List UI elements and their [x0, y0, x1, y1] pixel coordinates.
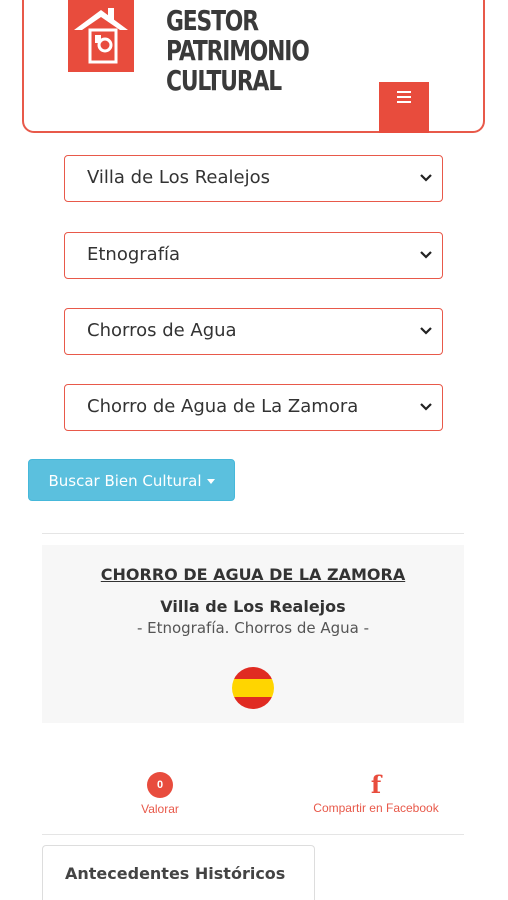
- logo-house-icon: [74, 8, 128, 64]
- bien-select[interactable]: Chorro de Agua de La Zamora: [64, 384, 443, 431]
- bien-select-value: Chorro de Agua de La Zamora: [87, 396, 359, 417]
- asset-municipality: Villa de Los Realejos: [160, 597, 346, 616]
- spain-flag-icon[interactable]: [232, 667, 274, 709]
- rate-action[interactable]: 0 Valorar: [118, 772, 202, 816]
- search-button-label: Buscar Bien Cultural: [48, 472, 202, 490]
- municipio-select-value: Villa de Los Realejos: [87, 167, 270, 188]
- rate-label: Valorar: [141, 802, 179, 816]
- categoria-select[interactable]: Etnografía: [64, 232, 443, 279]
- divider: [42, 834, 464, 835]
- rate-count-badge: 0: [147, 772, 173, 798]
- brand-line-2: CULTURAL: [166, 64, 282, 97]
- facebook-share-label: Compartir en Facebook: [313, 801, 439, 815]
- categoria-select-value: Etnografía: [87, 244, 181, 265]
- chevron-down-icon: [420, 156, 432, 218]
- brand-line-1: GESTOR PATRIMONIO: [166, 4, 310, 67]
- divider: [42, 533, 464, 534]
- chevron-down-icon: [420, 385, 432, 447]
- facebook-share-action[interactable]: f Compartir en Facebook: [292, 770, 460, 816]
- caret-down-icon: [206, 479, 215, 484]
- brand-title[interactable]: GESTOR PATRIMONIO CULTURAL: [166, 6, 400, 96]
- tab-antecedentes-historicos[interactable]: Antecedentes Históricos: [42, 845, 315, 900]
- subcategoria-select[interactable]: Chorros de Agua: [64, 308, 443, 355]
- chevron-down-icon: [420, 309, 432, 371]
- subcategoria-select-value: Chorros de Agua: [87, 320, 237, 341]
- logo[interactable]: [68, 0, 134, 72]
- site-header: GESTOR PATRIMONIO CULTURAL: [22, 0, 485, 133]
- asset-card: CHORRO DE AGUA DE LA ZAMORA Villa de Los…: [42, 545, 464, 723]
- facebook-icon: f: [370, 770, 382, 799]
- search-cultural-asset-button[interactable]: Buscar Bien Cultural: [28, 459, 235, 501]
- asset-category: - Etnografía. Chorros de Agua -: [136, 619, 370, 637]
- asset-title[interactable]: CHORRO DE AGUA DE LA ZAMORA: [42, 565, 464, 584]
- chevron-down-icon: [420, 233, 432, 295]
- menu-toggle-button[interactable]: [379, 82, 429, 133]
- municipio-select[interactable]: Villa de Los Realejos: [64, 155, 443, 202]
- hamburger-menu-icon: [397, 91, 411, 106]
